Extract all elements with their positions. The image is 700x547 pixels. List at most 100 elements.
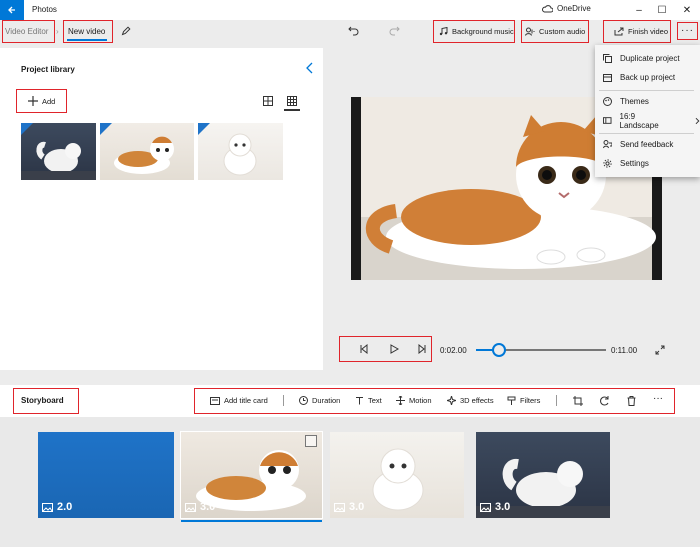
menu-label: 16:9 Landscape — [619, 111, 659, 130]
storyboard-clip-white-cat[interactable]: 3.0 — [476, 432, 610, 518]
storyboard-clip-orange-cat[interactable]: 3.0 — [180, 431, 323, 519]
menu-item-aspect-ratio[interactable]: 16:9 Landscape — [595, 111, 700, 130]
menu-label: Settings — [620, 159, 649, 168]
back-button[interactable] — [0, 0, 24, 20]
custom-audio-button[interactable]: Custom audio — [525, 27, 585, 36]
library-thumbnail-orange-cat[interactable] — [100, 123, 194, 180]
finish-video-label: Finish video — [628, 27, 669, 36]
minimize-button[interactable]: – — [627, 0, 651, 20]
clip-duration-value: 3.0 — [495, 501, 511, 513]
library-thumbnail-kitten[interactable] — [198, 123, 283, 180]
clip-duration-value: 3.0 — [349, 501, 365, 513]
image-icon — [480, 502, 491, 512]
delete-trash-icon[interactable] — [627, 396, 636, 406]
timeline-track[interactable] — [476, 343, 606, 357]
feedback-icon — [603, 140, 612, 149]
filters-button[interactable]: Filters — [507, 396, 540, 405]
clip-select-checkbox[interactable] — [305, 435, 317, 447]
3d-effects-label: 3D effects — [460, 396, 494, 405]
add-media-button[interactable]: Add — [28, 96, 55, 106]
plus-icon — [28, 96, 38, 106]
finish-video-button[interactable]: Finish video — [614, 27, 668, 36]
duration-label: Duration — [312, 396, 341, 405]
text-button[interactable]: Text — [355, 396, 382, 405]
menu-item-duplicate-project[interactable]: Duplicate project — [595, 49, 700, 68]
collapse-chevron-icon[interactable] — [305, 62, 315, 74]
library-thumbnail-white-cat[interactable] — [21, 123, 96, 180]
clock-icon — [299, 396, 308, 405]
tool-divider — [283, 395, 284, 406]
project-name-underline — [67, 39, 107, 41]
fullscreen-icon[interactable] — [655, 345, 665, 355]
rotate-icon[interactable] — [600, 396, 610, 406]
clip-duration-value: 3.0 — [200, 501, 216, 513]
more-options-menu: Duplicate project Back up project Themes… — [595, 45, 700, 177]
clip-duration: 3.0 — [334, 501, 364, 513]
close-button[interactable]: ✕ — [675, 0, 699, 20]
menu-item-back-up-project[interactable]: Back up project — [595, 68, 700, 87]
menu-item-themes[interactable]: Themes — [595, 92, 700, 111]
timeline-scrubber-handle[interactable] — [492, 343, 507, 357]
clip-duration: 2.0 — [42, 501, 72, 513]
selected-clip-indicator — [181, 520, 322, 522]
menu-label: Send feedback — [620, 140, 674, 149]
menu-label: Themes — [620, 97, 649, 106]
backup-icon — [603, 74, 612, 82]
thumbnail-corner-marker — [21, 123, 33, 135]
crop-icon[interactable] — [573, 396, 583, 406]
storyboard-clip-title-card[interactable]: 2.0 — [38, 432, 174, 518]
breadcrumb-video-editor[interactable]: Video Editor — [5, 27, 48, 36]
clip-duration: 3.0 — [185, 501, 215, 513]
more-options-button[interactable]: ··· — [681, 25, 694, 36]
background-music-button[interactable]: Background music — [439, 27, 514, 36]
text-icon — [356, 397, 363, 405]
storyboard-clip-kitten[interactable]: 3.0 — [330, 432, 464, 518]
redo-icon[interactable] — [389, 25, 400, 36]
background-music-label: Background music — [452, 27, 514, 36]
cloud-icon — [542, 5, 553, 13]
previous-frame-icon[interactable] — [359, 344, 369, 354]
storyboard-title: Storyboard — [21, 396, 64, 405]
large-grid-view-icon[interactable] — [263, 96, 273, 106]
duration-button[interactable]: Duration — [299, 396, 340, 405]
onedrive-status[interactable]: OneDrive — [542, 4, 591, 13]
view-selected-indicator — [284, 109, 300, 111]
themes-icon — [603, 97, 612, 106]
custom-audio-icon — [525, 27, 535, 36]
text-label: Text — [368, 396, 382, 405]
maximize-button[interactable]: ☐ — [650, 0, 674, 20]
chevron-right-icon — [695, 117, 700, 124]
title-bar — [0, 0, 700, 20]
image-icon — [42, 502, 53, 512]
motion-button[interactable]: Motion — [396, 396, 432, 405]
motion-label: Motion — [409, 396, 432, 405]
back-arrow-icon — [8, 6, 15, 14]
3d-effects-button[interactable]: 3D effects — [447, 396, 494, 405]
export-icon — [614, 27, 624, 36]
menu-item-settings[interactable]: Settings — [595, 154, 700, 173]
current-time: 0:02.00 — [440, 346, 467, 355]
kitten-image — [223, 133, 257, 176]
next-frame-icon[interactable] — [417, 344, 427, 354]
undo-icon[interactable] — [348, 25, 359, 36]
menu-divider — [599, 133, 694, 134]
thumbnail-corner-marker — [100, 123, 112, 135]
thumbnail-corner-marker — [198, 123, 210, 135]
aspect-ratio-icon — [603, 117, 612, 124]
clip-duration: 3.0 — [480, 501, 510, 513]
storyboard-more-button[interactable]: ··· — [653, 393, 663, 404]
image-icon — [185, 502, 196, 512]
menu-divider — [599, 90, 694, 91]
small-grid-view-icon[interactable] — [287, 96, 297, 106]
menu-item-send-feedback[interactable]: Send feedback — [595, 135, 700, 154]
play-icon[interactable] — [389, 344, 399, 354]
rename-pencil-icon[interactable] — [121, 26, 131, 36]
add-title-card-label: Add title card — [224, 396, 268, 405]
clip-duration-value: 2.0 — [57, 501, 73, 513]
music-note-icon — [439, 27, 448, 36]
project-name[interactable]: New video — [68, 27, 105, 36]
duplicate-icon — [603, 54, 612, 63]
add-media-label: Add — [42, 96, 56, 106]
onedrive-label: OneDrive — [557, 4, 591, 13]
add-title-card-button[interactable]: Add title card — [210, 396, 268, 405]
